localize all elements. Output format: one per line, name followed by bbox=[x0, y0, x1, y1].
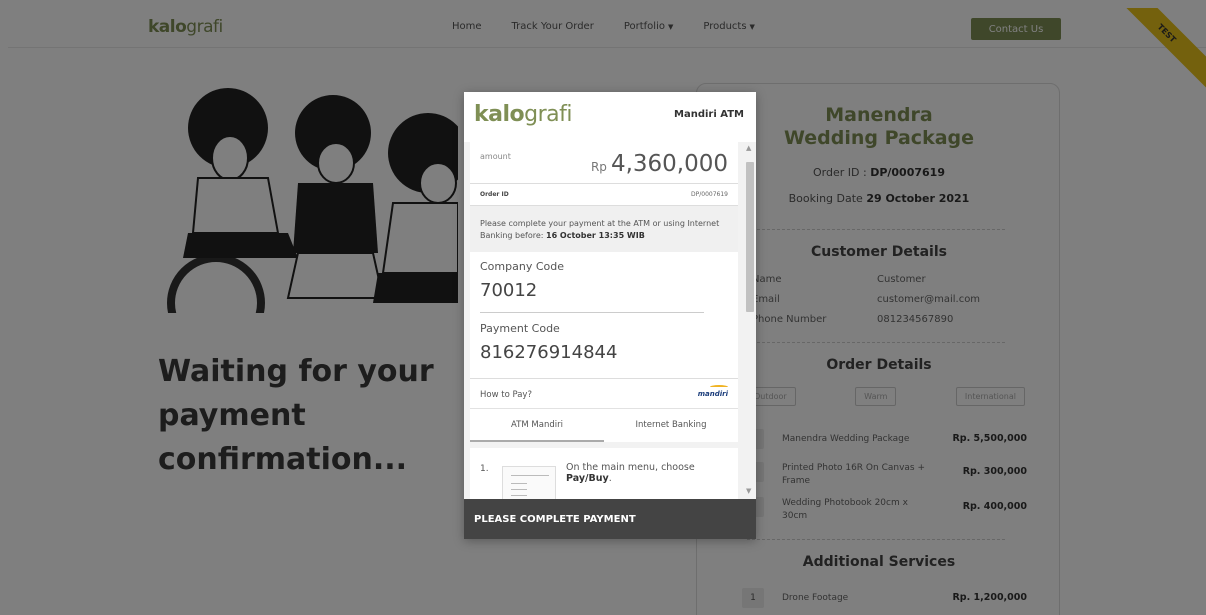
scroll-up-icon[interactable]: ▲ bbox=[746, 144, 751, 152]
modal-header: kalografi Mandiri ATM bbox=[464, 92, 756, 142]
atm-screen-image bbox=[502, 466, 556, 499]
payment-modal: kalografi Mandiri ATM amount Rp 4,360,000… bbox=[464, 92, 756, 539]
company-code-value[interactable]: 70012 bbox=[480, 280, 537, 301]
modal-logo: kalografi bbox=[474, 102, 572, 127]
codes-box: Company Code 70012 Payment Code 81627691… bbox=[470, 252, 738, 379]
amount-box: amount Rp 4,360,000 bbox=[470, 142, 738, 184]
scrollbar-thumb[interactable] bbox=[746, 162, 754, 312]
order-id-row: Order ID DP/0007619 bbox=[470, 184, 738, 206]
company-code-label: Company Code bbox=[480, 260, 564, 273]
amount-value: Rp 4,360,000 bbox=[590, 151, 728, 177]
payment-deadline-notice: Please complete your payment at the ATM … bbox=[470, 206, 738, 252]
payment-code-value[interactable]: 816276914844 bbox=[480, 342, 617, 363]
complete-payment-bar[interactable]: PLEASE COMPLETE PAYMENT bbox=[464, 499, 756, 539]
payment-method-label: Mandiri ATM bbox=[674, 109, 744, 120]
divider bbox=[480, 312, 704, 313]
tab-atm-mandiri[interactable]: ATM Mandiri bbox=[470, 420, 604, 430]
tab-internet-banking[interactable]: Internet Banking bbox=[604, 420, 738, 430]
payment-code-label: Payment Code bbox=[480, 322, 560, 335]
active-tab-indicator bbox=[470, 440, 604, 442]
scroll-down-icon[interactable]: ▼ bbox=[746, 487, 751, 495]
payment-tabs: ATM Mandiri Internet Banking bbox=[470, 409, 738, 442]
modal-body[interactable]: amount Rp 4,360,000 Order ID DP/0007619 P… bbox=[470, 142, 744, 499]
amount-label: amount bbox=[480, 152, 511, 161]
modal-scrollbar[interactable]: ▲ ▼ bbox=[744, 142, 756, 499]
step-text: On the main menu, choose Pay/Buy. bbox=[566, 462, 695, 484]
mandiri-logo: mandiri bbox=[698, 385, 728, 398]
how-to-pay-row: How to Pay? mandiri bbox=[470, 379, 738, 409]
instruction-step: 1. On the main menu, choose Pay/Buy. bbox=[470, 448, 738, 499]
